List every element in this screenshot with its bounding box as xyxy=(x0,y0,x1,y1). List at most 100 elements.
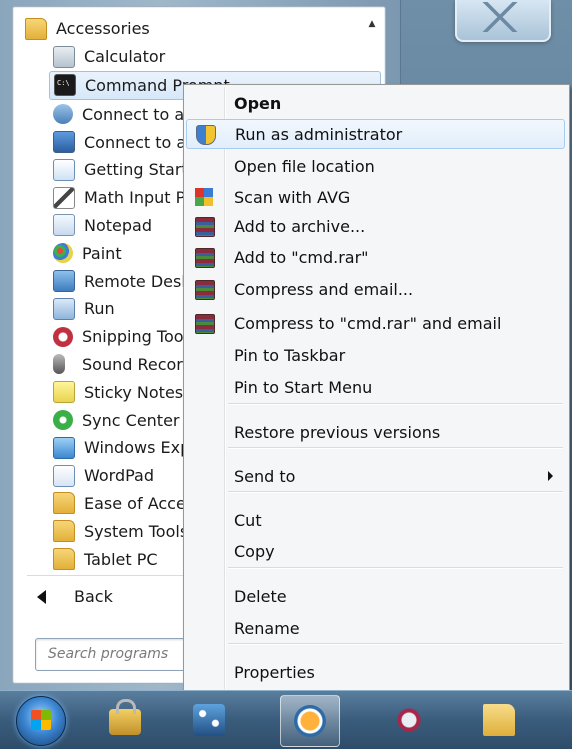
menu-item-label: Open xyxy=(234,93,282,113)
winrar-icon xyxy=(195,280,215,300)
menu-item-label: Pin to Taskbar xyxy=(234,345,346,365)
network-icon xyxy=(193,704,225,736)
start-button[interactable] xyxy=(16,696,66,746)
menu-item-compress-to-cmd-rar-and-email[interactable]: Compress to "cmd.rar" and email xyxy=(186,309,565,337)
program-label: Connect to a xyxy=(82,104,185,124)
taskbar-snipping-tool-button[interactable] xyxy=(380,695,438,745)
menu-item-copy[interactable]: Copy xyxy=(186,537,565,565)
winrar-icon xyxy=(195,314,215,334)
menu-item-open-file-location[interactable]: Open file location xyxy=(186,152,565,180)
microphone-icon xyxy=(53,354,65,375)
taskbar-explorer-button[interactable] xyxy=(470,695,528,745)
program-label: Sync Center xyxy=(82,410,180,430)
uac-shield-icon xyxy=(196,125,216,145)
menu-item-label: Rename xyxy=(234,618,300,638)
program-label: Calculator xyxy=(84,47,166,67)
program-label: Tablet PC xyxy=(84,549,158,569)
sync-center-icon xyxy=(53,410,73,431)
program-label: Notepad xyxy=(84,215,152,235)
taskbar-network-button[interactable] xyxy=(180,695,238,745)
menu-item-scan-with-avg[interactable]: Scan with AVG xyxy=(186,183,565,211)
program-label: Sound Recor xyxy=(82,354,183,374)
user-picture-tile[interactable] xyxy=(455,0,551,42)
program-label: WordPad xyxy=(84,466,155,486)
taskbar-media-player-button[interactable] xyxy=(280,695,340,747)
menu-separator xyxy=(228,447,563,449)
program-label: Run xyxy=(84,299,115,319)
wordpad-icon xyxy=(53,464,75,487)
menu-item-label: Run as administrator xyxy=(235,124,403,144)
math-input-pen-icon xyxy=(53,186,75,209)
program-label: Windows Exp xyxy=(84,438,191,458)
program-label: Remote Desk xyxy=(84,271,191,291)
menu-item-label: Compress to "cmd.rar" and email xyxy=(234,313,502,333)
snipping-tool-icon xyxy=(53,326,73,347)
sticky-notes-icon xyxy=(53,381,75,404)
program-item[interactable]: Calculator xyxy=(21,43,361,71)
menu-item-properties[interactable]: Properties xyxy=(186,658,565,686)
menu-item-label: Restore previous versions xyxy=(234,422,441,442)
folder-icon xyxy=(53,492,75,515)
menu-item-label: Scan with AVG xyxy=(234,187,351,207)
winrar-icon xyxy=(195,248,215,268)
program-label: Accessories xyxy=(56,19,150,39)
windows-explorer-icon xyxy=(53,436,75,459)
getting-started-icon xyxy=(53,158,75,181)
menu-item-pin-to-start-menu[interactable]: Pin to Start Menu xyxy=(186,373,565,401)
scroll-up-arrow-icon[interactable]: ▲ xyxy=(365,17,379,31)
menu-item-label: Send to xyxy=(234,466,296,486)
command-prompt-icon xyxy=(54,74,76,97)
taskbar-lock-button[interactable] xyxy=(96,695,154,745)
menu-item-label: Open file location xyxy=(234,156,375,176)
back-label: Back xyxy=(74,587,113,606)
menu-item-cut[interactable]: Cut xyxy=(186,506,565,534)
menu-separator xyxy=(228,567,563,569)
menu-item-label: Add to archive... xyxy=(234,216,366,236)
menu-item-add-to-cmd-rar[interactable]: Add to "cmd.rar" xyxy=(186,243,565,271)
menu-item-rename[interactable]: Rename xyxy=(186,614,565,642)
menu-item-restore-previous-versions[interactable]: Restore previous versions xyxy=(186,418,565,446)
menu-separator xyxy=(228,643,563,645)
folder-icon xyxy=(483,704,515,736)
paint-palette-icon xyxy=(53,243,73,264)
snipping-tool-icon xyxy=(393,704,425,736)
menu-item-label: Copy xyxy=(234,541,275,561)
program-label: Getting Starte xyxy=(84,160,198,180)
notepad-icon xyxy=(53,214,75,237)
program-label: Paint xyxy=(82,243,122,263)
program-item[interactable]: Accessories xyxy=(21,15,361,43)
program-label: Math Input P xyxy=(84,188,186,208)
menu-item-label: Compress and email... xyxy=(234,279,414,299)
menu-item-label: Add to "cmd.rar" xyxy=(234,247,369,267)
network-projector-icon xyxy=(53,104,73,125)
menu-item-add-to-archive[interactable]: Add to archive... xyxy=(186,212,565,240)
avg-icon xyxy=(195,188,213,206)
folder-icon xyxy=(53,548,75,571)
menu-item-delete[interactable]: Delete xyxy=(186,582,565,610)
menu-item-label: Properties xyxy=(234,662,315,682)
back-arrow-icon xyxy=(37,589,46,604)
program-label: Connect to a xyxy=(84,132,187,152)
menu-item-pin-to-taskbar[interactable]: Pin to Taskbar xyxy=(186,341,565,369)
menu-item-run-as-administrator[interactable]: Run as administrator xyxy=(186,119,565,149)
context-menu: Open Run as administrator Open file locati… xyxy=(183,84,570,692)
menu-item-label: Pin to Start Menu xyxy=(234,377,373,397)
padlock-icon xyxy=(109,699,141,735)
back-button[interactable]: Back xyxy=(37,587,113,606)
remote-desktop-icon xyxy=(53,270,75,293)
projector-screen-icon xyxy=(53,131,75,154)
menu-item-send-to[interactable]: Send to xyxy=(186,462,565,490)
submenu-arrow-icon xyxy=(548,471,553,481)
program-label: Snipping Too xyxy=(82,327,184,347)
menu-separator xyxy=(228,403,563,405)
menu-item-compress-and-email[interactable]: Compress and email... xyxy=(186,275,565,303)
program-label: Sticky Notes xyxy=(84,382,184,402)
program-label: Ease of Acces xyxy=(84,493,195,513)
winrar-icon xyxy=(195,217,215,237)
calculator-icon xyxy=(53,45,75,68)
taskbar xyxy=(0,690,572,749)
run-icon xyxy=(53,297,75,320)
menu-separator xyxy=(228,491,563,493)
menu-item-open[interactable]: Open xyxy=(186,89,565,117)
menu-item-label: Delete xyxy=(234,586,287,606)
